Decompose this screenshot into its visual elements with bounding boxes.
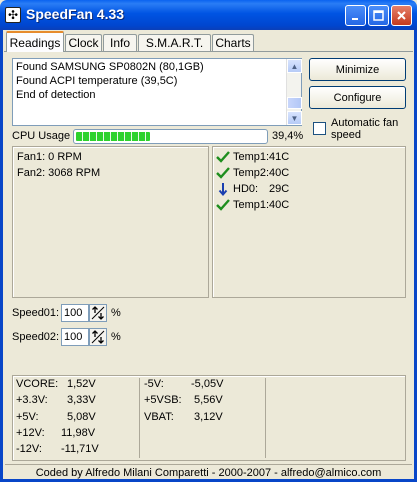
- fan-reading: Fan1: 0 RPM: [17, 151, 82, 163]
- voltage-label: VCORE:: [16, 378, 59, 390]
- speed02-spinner[interactable]: [89, 328, 107, 346]
- tab-info[interactable]: Info: [103, 34, 137, 51]
- window-frame-left: [0, 30, 3, 482]
- scroll-up-icon[interactable]: ▲: [287, 59, 302, 73]
- check-icon: [215, 198, 230, 212]
- arrow-down-icon: [215, 182, 230, 196]
- tab-clock[interactable]: Clock: [65, 34, 102, 51]
- temp-value: 40C: [269, 167, 290, 179]
- temp-row: Temp1: 41C: [215, 149, 289, 165]
- auto-fan-speed-label: Automatic fan speed: [331, 117, 399, 141]
- voltage-label: -5V:: [144, 378, 164, 390]
- voltage-label: -12V:: [16, 443, 42, 455]
- tab-readings[interactable]: Readings: [6, 31, 64, 52]
- spinner-arrows-icon: [91, 330, 105, 344]
- tab-smart[interactable]: S.M.A.R.T.: [138, 34, 211, 51]
- auto-fan-speed-checkbox[interactable]: [313, 122, 326, 135]
- voltage-label: VBAT:: [144, 411, 174, 423]
- temp-label: HD0:: [233, 183, 259, 195]
- spinner-arrows-icon: [91, 306, 105, 320]
- temp-row: Temp1: 40C: [215, 197, 289, 213]
- voltage-value: 5,56V: [194, 394, 223, 406]
- check-icon: [215, 166, 230, 180]
- check-icon: [215, 150, 230, 164]
- voltage-label: +5VSB:: [144, 394, 182, 406]
- window-title: SpeedFan 4.33: [26, 6, 125, 22]
- speed01-unit: %: [111, 307, 121, 319]
- voltage-value: 11,98V: [61, 427, 96, 439]
- voltage-value: 1,52V: [67, 378, 96, 390]
- minimize-button[interactable]: Minimize: [309, 58, 406, 81]
- voltage-value: 3,33V: [67, 394, 96, 406]
- voltage-divider: [139, 378, 140, 458]
- speed02-input[interactable]: 100: [61, 328, 89, 346]
- voltage-value: 5,08V: [67, 411, 96, 423]
- temp-value: 41C: [269, 151, 290, 163]
- scroll-down-icon[interactable]: ▼: [287, 111, 302, 125]
- log-scrollbar[interactable]: ▲ ▼: [286, 59, 302, 125]
- maximize-icon[interactable]: [368, 5, 389, 26]
- temp-label: Temp1:: [233, 151, 270, 163]
- detection-log[interactable]: Found SAMSUNG SP0802N (80,1GB) Found ACP…: [12, 58, 302, 126]
- speed02-unit: %: [111, 331, 121, 343]
- log-line: Found SAMSUNG SP0802N (80,1GB): [16, 61, 204, 73]
- voltage-label: +3.3V:: [16, 394, 48, 406]
- fan-reading: Fan2: 3068 RPM: [17, 167, 101, 179]
- close-icon[interactable]: [391, 5, 412, 26]
- voltage-divider: [265, 378, 266, 458]
- configure-button[interactable]: Configure: [309, 86, 406, 109]
- voltage-label: +5V:: [16, 411, 39, 423]
- cpu-usage-label: CPU Usage: [12, 130, 71, 142]
- tab-strip-line: [4, 51, 413, 52]
- minimize-icon[interactable]: [345, 5, 366, 26]
- scroll-thumb[interactable]: [287, 97, 302, 109]
- speed01-spinner[interactable]: [89, 304, 107, 322]
- temp-row: HD0: 29C: [215, 181, 289, 197]
- voltage-label: +12V:: [16, 427, 45, 439]
- fan-icon[interactable]: ✣: [5, 7, 21, 23]
- cpu-usage-bar: [73, 129, 268, 144]
- temp-label: Temp1:: [233, 199, 270, 211]
- cpu-usage-fill: [76, 132, 151, 141]
- log-line: Found ACPI temperature (39,5C): [16, 75, 178, 87]
- voltage-value: 3,12V: [194, 411, 223, 423]
- status-bar: Coded by Alfredo Milani Comparetti - 200…: [5, 464, 412, 480]
- speed01-input[interactable]: 100: [61, 304, 89, 322]
- temp-value: 29C: [269, 183, 290, 195]
- temp-value: 40C: [269, 199, 290, 211]
- log-line: End of detection: [16, 89, 96, 101]
- voltage-value: -11,71V: [61, 443, 99, 455]
- temp-row: Temp2: 40C: [215, 165, 289, 181]
- cpu-usage-value: 39,4%: [272, 130, 304, 142]
- voltage-value: -5,05V: [191, 378, 224, 390]
- tab-charts[interactable]: Charts: [212, 34, 254, 51]
- speed01-label: Speed01:: [12, 307, 60, 319]
- speed02-label: Speed02:: [12, 331, 60, 343]
- temp-label: Temp2:: [233, 167, 270, 179]
